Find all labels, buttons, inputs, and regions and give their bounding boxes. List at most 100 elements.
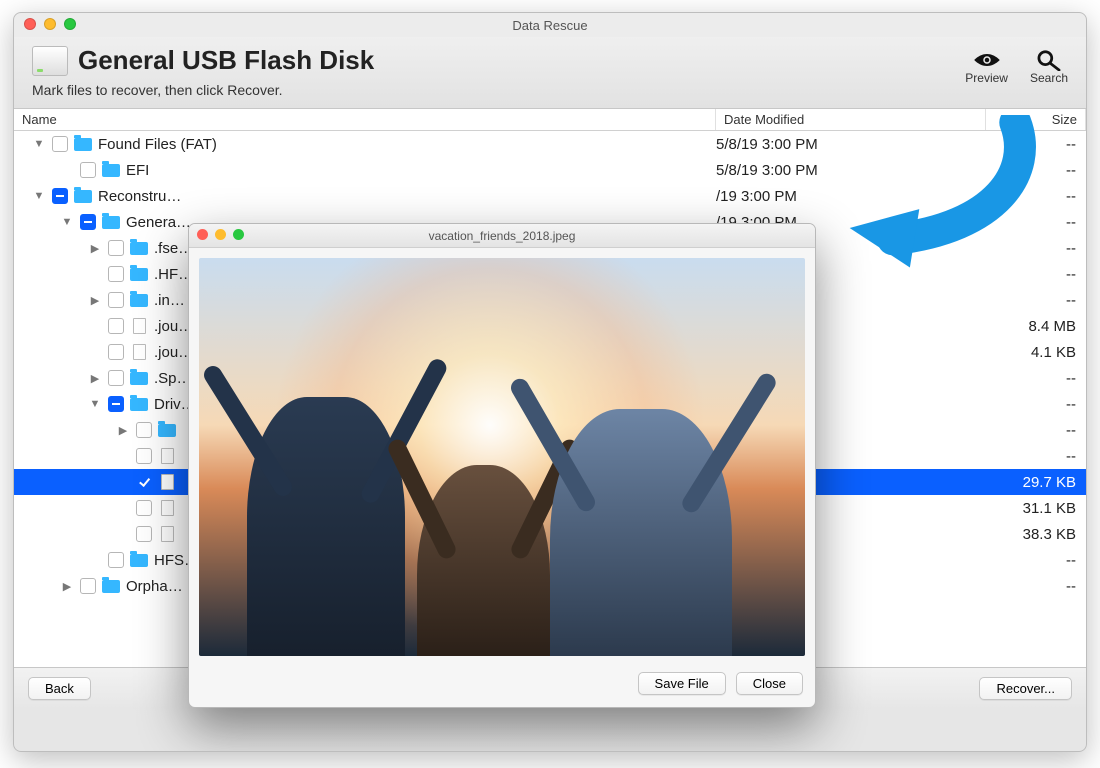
disclosure-triangle-icon[interactable]: ▶ (116, 424, 130, 437)
folder-icon (102, 162, 120, 178)
back-button[interactable]: Back (28, 677, 91, 700)
zoom-window-icon[interactable] (64, 18, 76, 30)
folder-icon (102, 214, 120, 230)
disclosure-triangle-icon[interactable]: ▶ (88, 372, 102, 385)
file-size: 38.3 KB (986, 526, 1076, 543)
checkbox[interactable] (136, 526, 152, 542)
close-window-icon[interactable] (24, 18, 36, 30)
disclosure-triangle-icon[interactable]: ▼ (32, 138, 46, 150)
folder-icon (130, 240, 148, 256)
file-size: -- (986, 552, 1076, 569)
checkbox[interactable] (108, 552, 124, 568)
disclosure-triangle-icon[interactable]: ▼ (32, 190, 46, 202)
folder-icon (74, 136, 92, 152)
minimize-icon[interactable] (215, 229, 226, 240)
header: General USB Flash Disk Mark files to rec… (14, 37, 1086, 109)
preview-label: Preview (965, 71, 1008, 85)
window-controls (24, 18, 76, 30)
preview-filename: vacation_friends_2018.jpeg (429, 229, 576, 243)
disk-icon (32, 46, 68, 76)
file-size: -- (986, 266, 1076, 283)
preview-button[interactable]: Preview (965, 49, 1008, 85)
folder-icon (74, 188, 92, 204)
zoom-icon[interactable] (233, 229, 244, 240)
checkbox[interactable] (136, 448, 152, 464)
save-file-button[interactable]: Save File (638, 672, 726, 695)
checkbox[interactable] (80, 162, 96, 178)
file-label: Reconstru… (98, 188, 716, 205)
toolbar: Preview Search (965, 45, 1068, 85)
eye-icon (972, 49, 1002, 71)
file-date: 5/8/19 3:00 PM (716, 136, 986, 153)
file-icon (130, 344, 148, 360)
file-size: -- (986, 240, 1076, 257)
column-headers: Name Date Modified Size (14, 109, 1086, 131)
checkbox[interactable] (108, 240, 124, 256)
disclosure-triangle-icon[interactable]: ▼ (60, 216, 74, 228)
file-size: 31.1 KB (986, 500, 1076, 517)
search-icon (1034, 49, 1064, 71)
file-size: -- (986, 422, 1076, 439)
file-size: -- (986, 448, 1076, 465)
file-icon (130, 318, 148, 334)
close-button[interactable]: Close (736, 672, 803, 695)
disclosure-triangle-icon[interactable]: ▶ (88, 294, 102, 307)
app-window: Data Rescue General USB Flash Disk Mark … (13, 12, 1087, 752)
minimize-window-icon[interactable] (44, 18, 56, 30)
titlebar: Data Rescue (14, 13, 1086, 37)
file-icon (158, 474, 176, 490)
file-icon (158, 500, 176, 516)
search-button[interactable]: Search (1030, 49, 1068, 85)
column-date[interactable]: Date Modified (716, 109, 986, 130)
checkbox[interactable] (108, 318, 124, 334)
file-icon (158, 448, 176, 464)
checkbox[interactable] (52, 136, 68, 152)
checkbox[interactable] (80, 214, 96, 230)
checkbox[interactable] (108, 266, 124, 282)
file-size: -- (986, 396, 1076, 413)
checkbox[interactable] (136, 422, 152, 438)
disclosure-triangle-icon[interactable]: ▶ (60, 580, 74, 593)
folder-icon (130, 292, 148, 308)
checkbox[interactable] (108, 292, 124, 308)
folder-icon (130, 396, 148, 412)
checkbox[interactable] (136, 474, 152, 490)
checkbox[interactable] (108, 396, 124, 412)
preview-window: vacation_friends_2018.jpeg Save File Clo… (188, 223, 816, 708)
file-size: -- (986, 162, 1076, 179)
tree-row[interactable]: ▼ Found Files (FAT)5/8/19 3:00 PM-- (14, 131, 1086, 157)
close-icon[interactable] (197, 229, 208, 240)
file-label: Found Files (FAT) (98, 136, 716, 153)
preview-titlebar: vacation_friends_2018.jpeg (189, 224, 815, 248)
tree-row[interactable]: EFI5/8/19 3:00 PM-- (14, 157, 1086, 183)
column-size[interactable]: Size (986, 109, 1086, 130)
file-size: -- (986, 292, 1076, 309)
file-size: 29.7 KB (986, 474, 1076, 491)
disk-name: General USB Flash Disk (78, 45, 374, 76)
search-label: Search (1030, 71, 1068, 85)
file-icon (158, 526, 176, 542)
recover-button[interactable]: Recover... (979, 677, 1072, 700)
checkbox[interactable] (108, 344, 124, 360)
window-title: Data Rescue (512, 18, 587, 33)
preview-image (199, 258, 805, 656)
tree-row[interactable]: ▼ Reconstru…/19 3:00 PM-- (14, 183, 1086, 209)
file-size: -- (986, 136, 1076, 153)
column-name[interactable]: Name (14, 109, 716, 130)
disclosure-triangle-icon[interactable]: ▶ (88, 242, 102, 255)
folder-icon (158, 422, 176, 438)
file-size: -- (986, 370, 1076, 387)
file-size: -- (986, 188, 1076, 205)
file-size: 4.1 KB (986, 344, 1076, 361)
file-size: -- (986, 578, 1076, 595)
checkbox[interactable] (52, 188, 68, 204)
checkbox[interactable] (80, 578, 96, 594)
file-size: -- (986, 214, 1076, 231)
checkbox[interactable] (108, 370, 124, 386)
file-size: 8.4 MB (986, 318, 1076, 335)
checkbox[interactable] (136, 500, 152, 516)
disclosure-triangle-icon[interactable]: ▼ (88, 398, 102, 410)
file-label: EFI (126, 162, 716, 179)
file-date: /19 3:00 PM (716, 188, 986, 205)
folder-icon (130, 552, 148, 568)
